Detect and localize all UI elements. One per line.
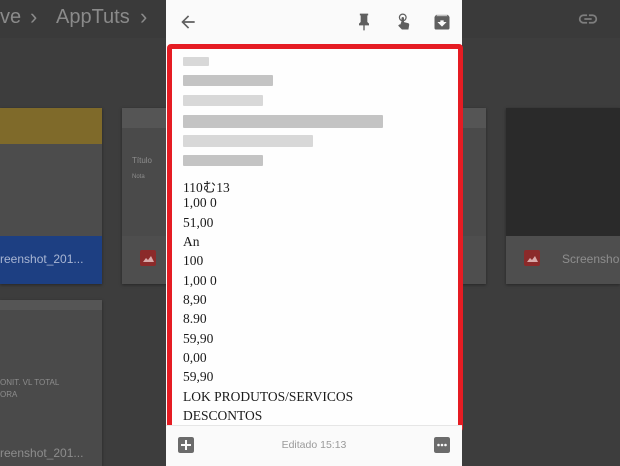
card-label: reenshot_201... <box>0 252 84 266</box>
card-text: ORA <box>0 390 18 399</box>
chevron-right-icon: › <box>140 4 148 29</box>
note-line: 59,90 <box>183 331 214 346</box>
note-line: 51,00 <box>183 215 214 230</box>
card-footer: Screensho <box>506 236 620 284</box>
link-icon <box>578 14 598 24</box>
background-card: Screensho <box>506 108 620 284</box>
background-card <box>462 108 486 284</box>
card-thumbnail <box>506 108 620 236</box>
note-line: 100 <box>183 253 204 268</box>
pin-icon[interactable] <box>354 12 374 32</box>
card-footer: reenshot_201... <box>0 236 102 284</box>
redacted-text <box>183 115 383 128</box>
card-label: reenshot_201... <box>0 446 84 460</box>
redacted-text <box>183 155 263 166</box>
note-content-highlight[interactable]: 110む13 1,00 0 51,00 An 100 1,00 0 8,90 8… <box>167 44 463 432</box>
image-icon <box>524 250 540 266</box>
breadcrumb-parent: ve <box>0 6 22 28</box>
breadcrumb-current: AppTuts <box>56 6 130 28</box>
note-toolbar <box>166 0 462 44</box>
note-sheet: 110む13 1,00 0 51,00 An 100 1,00 0 8,90 8… <box>166 0 463 466</box>
edited-timestamp: Editado 15:13 <box>281 439 347 451</box>
note-line: LOK PRODUTOS/SERVICOS <box>183 389 354 404</box>
chevron-right-icon: › <box>30 4 38 29</box>
note-line: 110む13 <box>183 180 230 195</box>
note-line: 1,00 0 <box>183 273 217 288</box>
note-line: 1,00 0 <box>183 195 217 210</box>
redacted-text <box>183 135 313 147</box>
archive-icon[interactable] <box>432 12 452 32</box>
redacted-text <box>183 95 263 106</box>
back-arrow-icon[interactable] <box>178 12 198 32</box>
card-thumbnail <box>0 108 102 144</box>
note-line: DESCONTOS <box>183 408 263 423</box>
card-subtitle: Nota <box>132 174 145 180</box>
card-text: ONIT. VL TOTAL <box>0 378 60 387</box>
card-label: Screensho <box>562 252 620 266</box>
note-line: 8,90 <box>183 292 207 307</box>
note-line: An <box>183 234 200 249</box>
reminder-touch-icon[interactable] <box>394 12 414 32</box>
redacted-text <box>183 75 273 86</box>
redacted-text <box>183 57 209 66</box>
note-line: 8.90 <box>183 311 207 326</box>
note-line: 59,90 <box>183 369 214 384</box>
note-line: 0,00 <box>183 350 207 365</box>
background-card: ONIT. VL TOTAL ORA reenshot_201... <box>0 300 102 466</box>
background-card: reenshot_201... <box>0 108 102 284</box>
image-icon <box>140 250 156 266</box>
card-title: Título <box>132 156 153 165</box>
note-bottom-bar: Editado 15:13 <box>166 425 462 466</box>
more-options-icon[interactable] <box>434 437 450 453</box>
